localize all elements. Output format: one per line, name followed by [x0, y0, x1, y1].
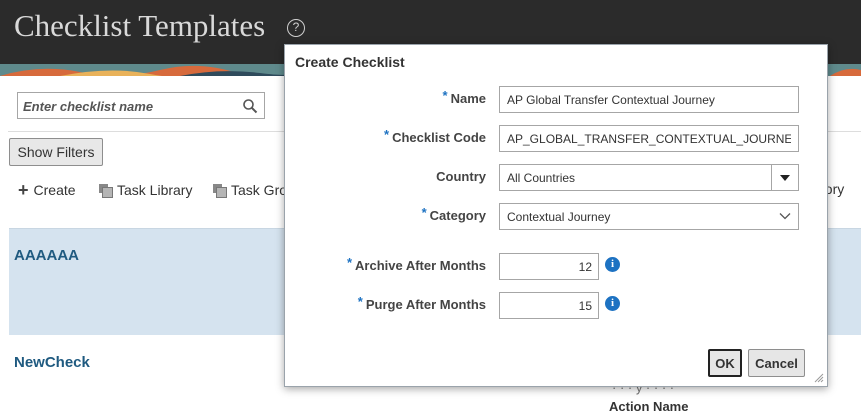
country-select[interactable]: All Countries: [499, 164, 799, 191]
create-label: Create: [33, 182, 76, 198]
row-link-newcheck[interactable]: NewCheck: [14, 354, 90, 371]
checklist-code-label: * Checklist Code: [384, 127, 486, 145]
ok-button[interactable]: OK: [708, 349, 742, 377]
plus-icon: +: [18, 180, 29, 200]
chevron-down-icon: [779, 213, 791, 220]
action-name-header: Action Name: [609, 399, 689, 414]
category-value: Contextual Journey: [507, 210, 611, 224]
name-input[interactable]: [499, 86, 799, 113]
task-groups-button[interactable]: Task Gro: [213, 180, 287, 200]
info-icon[interactable]: i: [605, 296, 620, 311]
country-label: Country: [436, 169, 486, 184]
required-star: *: [357, 294, 363, 309]
task-groups-label: Task Gro: [231, 182, 288, 198]
cancel-button[interactable]: Cancel: [748, 349, 805, 377]
help-icon[interactable]: ?: [287, 19, 305, 37]
info-icon[interactable]: i: [605, 257, 620, 272]
country-value: All Countries: [507, 171, 576, 185]
country-dropdown-button[interactable]: [771, 165, 798, 190]
checklist-code-input[interactable]: [499, 125, 799, 152]
category-label: * Category: [421, 205, 486, 223]
archive-after-months-label: * Archive After Months: [346, 255, 486, 273]
triangle-down-icon: [780, 175, 790, 181]
task-library-label: Task Library: [117, 182, 193, 198]
dialog-title: Create Checklist: [295, 54, 405, 70]
required-star: *: [421, 205, 427, 220]
task-library-button[interactable]: Task Library: [99, 180, 192, 200]
purge-after-months-input[interactable]: [499, 292, 599, 319]
search-input[interactable]: [23, 97, 233, 115]
page-title: Checklist Templates: [14, 8, 266, 43]
required-star: *: [384, 127, 390, 142]
task-groups-icon: [213, 184, 227, 198]
create-button[interactable]: + Create: [18, 180, 76, 200]
search-box: [17, 92, 265, 119]
resize-grip-icon[interactable]: [814, 373, 824, 383]
required-star: *: [442, 88, 448, 103]
search-icon[interactable]: [242, 98, 258, 114]
category-select[interactable]: Contextual Journey: [499, 203, 799, 230]
task-library-icon: [99, 184, 113, 198]
archive-after-months-input[interactable]: [499, 253, 599, 280]
name-label: * Name: [442, 88, 486, 106]
create-checklist-dialog: Create Checklist *Name *Checklist Code C…: [284, 44, 828, 387]
row-link-aaaaaa[interactable]: AAAAAA: [14, 247, 79, 264]
required-star: *: [346, 255, 353, 270]
purge-after-months-label: * Purge After Months: [357, 294, 486, 312]
show-filters-button[interactable]: Show Filters: [9, 138, 103, 166]
